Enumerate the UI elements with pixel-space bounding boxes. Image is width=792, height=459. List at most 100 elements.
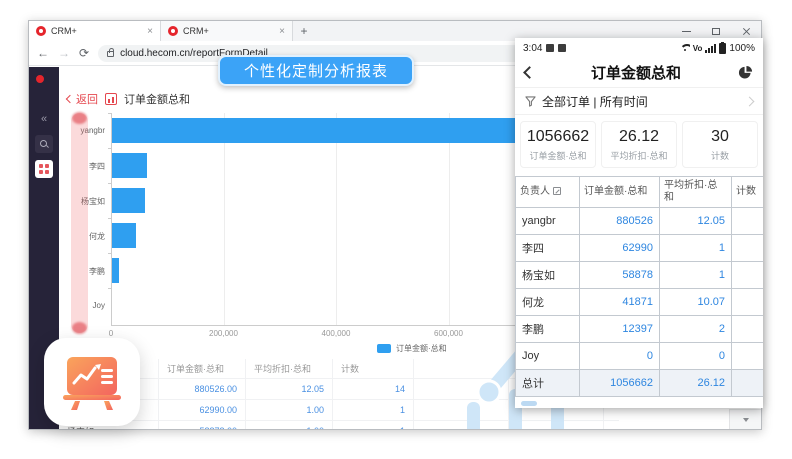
stat-label: 计数 [685, 149, 755, 162]
panel-table-row: 总计105666226.12 [516, 370, 764, 397]
panel-table-row: 李鹏123972 [516, 316, 764, 343]
hecom-favicon-icon [168, 26, 178, 36]
y-tick [108, 288, 111, 289]
stat-card: 26.12平均折扣·总和 [601, 121, 677, 168]
volte-icon: Vo [693, 44, 703, 53]
wifi-icon [680, 44, 690, 52]
panel-table-cell: 0 [580, 343, 660, 370]
browser-refresh-button[interactable]: ⟳ [79, 46, 89, 60]
panel-table-cell: 58878 [580, 262, 660, 289]
chart-legend: 订单金额·总和 [377, 343, 447, 354]
browser-tab-1[interactable]: CRM+ × [29, 21, 161, 41]
panel-table-wrap[interactable]: 负责人订单金额·总和平均折扣·总和计数yangbr88052612.05李四62… [515, 176, 763, 397]
x-tick-label: 200,000 [194, 329, 254, 338]
panel-table-cell: yangbr [516, 208, 580, 235]
panel-table-cell: 1056662 [580, 370, 660, 397]
stat-card: 30计数 [682, 121, 758, 168]
tab-title: CRM+ [183, 26, 274, 36]
chart-gridline [336, 113, 337, 325]
panel-table-cell: 62990 [580, 235, 660, 262]
browser-tab-2[interactable]: CRM+ × [161, 21, 293, 41]
table-cell: 12.05 [246, 379, 333, 399]
table-cell: 1 [333, 400, 414, 420]
horizontal-scrollbar-thumb[interactable] [521, 401, 537, 406]
notification-icon [558, 44, 566, 52]
table-cell [509, 421, 604, 429]
filter-row[interactable]: 全部订单 | 所有时间 [515, 88, 763, 115]
panel-table-cell [732, 370, 764, 397]
panel-table-cell: 2 [660, 316, 732, 343]
panel-table-header-row: 负责人订单金额·总和平均折扣·总和计数 [516, 177, 764, 208]
panel-table-cell: 0 [660, 343, 732, 370]
tab-close-icon[interactable]: × [147, 26, 153, 37]
annotation-callout: 个性化定制分析报表 [218, 55, 414, 86]
panel-table-row: yangbr88052612.05 [516, 208, 764, 235]
panel-table-cell [732, 208, 764, 235]
panel-table-cell [732, 235, 764, 262]
scroll-down-icon [743, 418, 749, 422]
chart-gridline [224, 113, 225, 325]
browser-forward-button[interactable]: → [58, 46, 70, 60]
table-cell [414, 421, 509, 429]
y-tick [108, 148, 111, 149]
chevron-right-icon [745, 96, 755, 106]
hecom-logo-icon [36, 75, 44, 83]
back-link[interactable]: 返回 [67, 91, 98, 107]
chart-gridline [449, 113, 450, 325]
filter-funnel-icon [525, 96, 536, 107]
table-cell: 58878.00 [159, 421, 246, 429]
pie-chart-icon[interactable] [738, 65, 753, 80]
panel-table-cell: 1 [660, 235, 732, 262]
panel-table-row: Joy00 [516, 343, 764, 370]
sidebar-item-report-active[interactable] [35, 160, 53, 178]
bar-李鹏[interactable] [112, 258, 119, 283]
chart-y-axis [111, 113, 112, 325]
page-title: 订单金额总和 [124, 91, 190, 107]
table-cell: 1.00 [246, 400, 333, 420]
panel-data-table: 负责人订单金额·总和平均折扣·总和计数yangbr88052612.05李四62… [515, 176, 763, 397]
panel-table-cell: 41871 [580, 289, 660, 316]
table-cell: 1 [333, 421, 414, 429]
back-label: 返回 [76, 91, 98, 107]
back-chevron-icon [66, 95, 74, 103]
search-icon [40, 140, 48, 148]
column-header [414, 359, 509, 378]
panel-table-cell: 1 [660, 262, 732, 289]
sidebar-search-button[interactable] [35, 135, 53, 153]
scrollbar-corner[interactable] [729, 409, 761, 429]
panel-table-row: 杨宝如588781 [516, 262, 764, 289]
signal-icon [705, 44, 716, 53]
bar-何龙[interactable] [112, 223, 136, 248]
new-tab-button[interactable]: + [293, 21, 315, 41]
panel-table-row: 何龙4187110.07 [516, 289, 764, 316]
panel-column-header: 平均折扣·总和 [660, 177, 732, 208]
table-cell: 14 [333, 379, 414, 399]
x-tick-label: 0 [81, 329, 141, 338]
chart-x-axis [111, 325, 581, 326]
battery-icon [719, 43, 726, 54]
panel-nav-bar: 订单金额总和 [515, 58, 763, 88]
panel-table-cell: 李四 [516, 235, 580, 262]
report-app-launcher[interactable] [44, 338, 140, 426]
battery-percent: 100% [729, 43, 755, 54]
tab-close-icon[interactable]: × [279, 26, 285, 37]
panel-table-cell: Joy [516, 343, 580, 370]
panel-table-cell: 何龙 [516, 289, 580, 316]
sidebar-collapse-button[interactable]: « [29, 113, 59, 125]
y-tick [108, 253, 111, 254]
freeze-column-icon[interactable] [553, 187, 561, 195]
table-cell [414, 400, 509, 420]
browser-back-button[interactable]: ← [37, 46, 49, 60]
table-cell [414, 379, 509, 399]
x-tick-label: 600,000 [419, 329, 479, 338]
table-cell: 62990.00 [159, 400, 246, 420]
legend-label: 订单金额·总和 [396, 343, 447, 354]
table-cell: 1.00 [246, 421, 333, 429]
bar-杨宝如[interactable] [112, 188, 145, 213]
bar-李四[interactable] [112, 153, 147, 178]
stat-card: 1056662订单金额·总和 [520, 121, 596, 168]
panel-column-header: 负责人 [516, 177, 580, 208]
panel-table-row: 李四629901 [516, 235, 764, 262]
table-row: 杨宝如58878.001.001 [59, 421, 619, 429]
stat-value: 1056662 [523, 128, 593, 146]
